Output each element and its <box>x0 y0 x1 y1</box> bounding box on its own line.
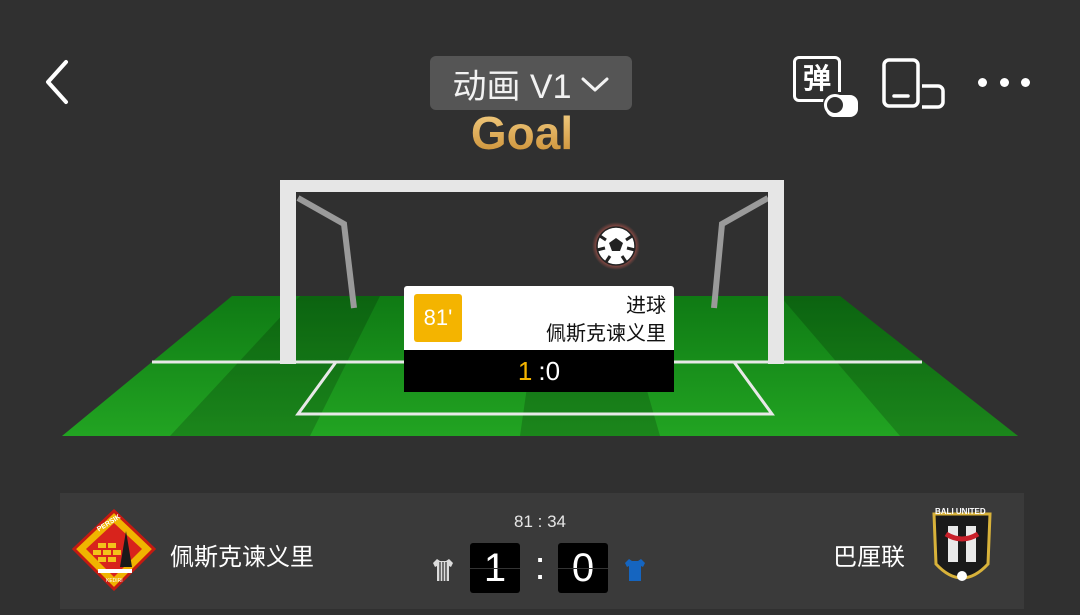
danmu-switch-icon <box>823 92 861 120</box>
more-options-button[interactable] <box>978 72 1030 92</box>
home-kit-icon <box>433 559 453 581</box>
chevron-down-icon <box>581 77 609 92</box>
more-dot-icon <box>978 77 987 87</box>
event-team-label: 佩斯克谏义里 <box>546 323 666 345</box>
chevron-left-icon <box>46 60 68 104</box>
ball-icon <box>592 222 640 270</box>
animation-event-title: Goal <box>430 106 614 160</box>
away-team-name[interactable]: 巴厘联 <box>833 537 905 572</box>
animation-mode-label: 动画 V1 <box>452 67 572 106</box>
home-score: 1 <box>470 543 520 593</box>
goal-back-right <box>711 195 770 309</box>
goal-crossbar <box>280 180 784 192</box>
home-team-name[interactable]: 佩斯克谏义里 <box>170 537 314 572</box>
event-score: 1 : 0 <box>404 350 674 392</box>
event-score-home: 1 <box>517 355 533 386</box>
danmu-toggle-button[interactable]: 弹 <box>793 56 861 120</box>
event-type-label: 进球 <box>626 295 666 317</box>
away-kit-icon <box>625 559 645 581</box>
danmu-label: 弹 <box>802 63 831 94</box>
goal-back-left <box>296 195 357 309</box>
score-separator: : <box>534 544 546 588</box>
match-clock: 81 : 34 <box>514 512 566 531</box>
back-button[interactable] <box>40 56 80 108</box>
event-card: 81' 进球 佩斯克谏义里 <box>404 286 674 350</box>
home-team-logo[interactable]: PERSIK KEDIRI <box>71 508 157 592</box>
event-score-separator: : <box>538 355 546 386</box>
away-team-logo[interactable]: BALI UNITED <box>930 506 994 592</box>
goal-post-left <box>280 180 296 364</box>
event-score-away: 0 <box>545 355 561 386</box>
goal-post-right <box>768 180 784 364</box>
rotate-screen-icon <box>882 58 945 109</box>
more-dot-icon <box>999 77 1009 87</box>
home-logo-subtext: KEDIRI <box>106 578 123 584</box>
bali-united-crest-icon <box>932 512 992 581</box>
more-dot-icon <box>1021 77 1030 87</box>
event-minute-badge: 81' <box>414 294 462 342</box>
animation-mode-select[interactable]: 动画 V1 <box>430 56 632 110</box>
away-logo-text: BALI UNITED <box>935 507 986 516</box>
away-score: 0 <box>558 543 608 593</box>
rotate-screen-button[interactable] <box>882 58 948 110</box>
